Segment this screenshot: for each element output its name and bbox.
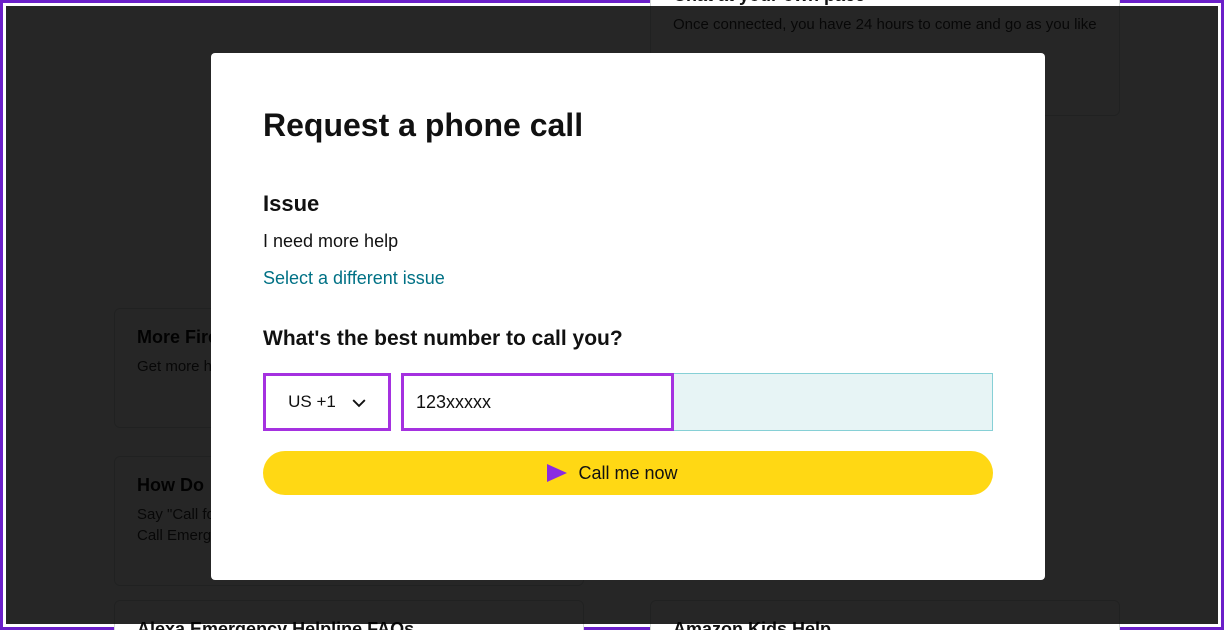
phone-number-input[interactable] xyxy=(401,373,674,431)
country-code-value: US +1 xyxy=(288,392,336,412)
call-me-now-label: Call me now xyxy=(578,463,677,484)
call-me-now-button[interactable]: Call me now xyxy=(263,451,993,495)
phone-input-wrap xyxy=(401,373,993,431)
annotation-arrow-icon xyxy=(451,462,569,484)
chevron-down-icon xyxy=(352,395,366,409)
phone-number-heading: What's the best number to call you? xyxy=(263,327,993,351)
select-different-issue-link[interactable]: Select a different issue xyxy=(263,268,445,289)
phone-number-row: US +1 xyxy=(263,373,993,431)
issue-heading: Issue xyxy=(263,191,993,217)
country-code-select[interactable]: US +1 xyxy=(263,373,391,431)
modal-title: Request a phone call xyxy=(263,105,993,145)
stage: Chat at your own pace Once connected, yo… xyxy=(0,0,1224,630)
issue-text: I need more help xyxy=(263,231,993,252)
request-call-modal: Request a phone call Issue I need more h… xyxy=(211,53,1045,580)
